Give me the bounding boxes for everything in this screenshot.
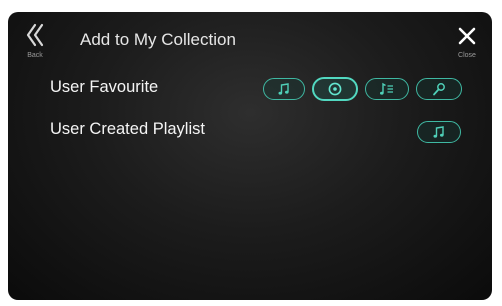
user-created-playlist-label: User Created Playlist xyxy=(50,120,205,138)
screen: Back Add to My Collection Close User Fav… xyxy=(8,12,492,300)
page-title: Add to My Collection xyxy=(80,30,236,49)
favourite-song-button[interactable] xyxy=(263,78,305,100)
back-caption: Back xyxy=(27,52,43,59)
favourite-album-button[interactable] xyxy=(312,77,358,101)
favourite-playlist-button[interactable] xyxy=(365,78,409,100)
double-chevron-left-icon xyxy=(26,23,44,47)
close-caption: Close xyxy=(458,52,476,59)
music-note-icon xyxy=(433,126,444,138)
music-note-icon xyxy=(278,83,289,95)
user-favourite-label: User Favourite xyxy=(50,78,159,96)
playlist-icon xyxy=(380,82,393,95)
favourite-artist-button[interactable] xyxy=(416,78,462,100)
disc-icon xyxy=(328,82,342,96)
close-button[interactable]: Close xyxy=(450,20,484,66)
microphone-icon xyxy=(433,83,445,96)
playlist-song-button[interactable] xyxy=(417,121,461,143)
back-button[interactable]: Back xyxy=(20,20,54,66)
close-icon xyxy=(458,27,476,45)
